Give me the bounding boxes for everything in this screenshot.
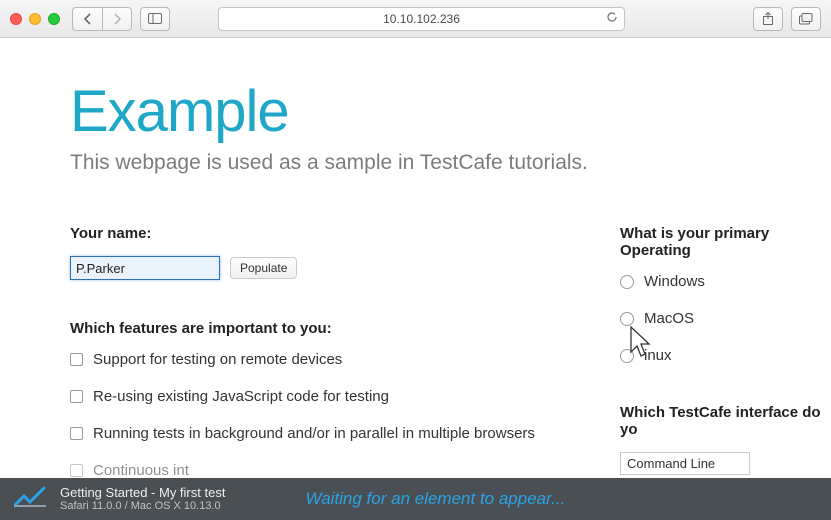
status-env: Safari 11.0.0 / Mac OS X 10.13.0: [60, 500, 225, 513]
checkbox-icon[interactable]: [70, 390, 83, 403]
reload-icon[interactable]: [606, 11, 618, 26]
testcafe-logo-icon: [14, 486, 46, 513]
status-title: Getting Started - My first test: [60, 485, 225, 501]
share-button[interactable]: [753, 7, 783, 31]
feature-text: Support for testing on remote devices: [93, 351, 342, 368]
maximize-window-button[interactable]: [48, 13, 60, 25]
address-text: 10.10.102.236: [383, 12, 460, 26]
radio-icon[interactable]: [620, 349, 634, 363]
forward-button[interactable]: [102, 7, 132, 31]
interface-select[interactable]: Command Line: [620, 452, 750, 475]
minimize-window-button[interactable]: [29, 13, 41, 25]
feature-row[interactable]: Continuous int: [70, 462, 560, 479]
interface-value: Command Line: [627, 456, 715, 471]
radio-icon[interactable]: [620, 275, 634, 289]
feature-text: Re-using existing JavaScript code for te…: [93, 388, 389, 405]
feature-text: Running tests in background and/or in pa…: [93, 425, 535, 442]
os-option[interactable]: inux: [620, 347, 831, 364]
testcafe-statusbar: Getting Started - My first test Safari 1…: [0, 478, 831, 520]
radio-icon[interactable]: [620, 312, 634, 326]
page-content: Example This webpage is used as a sample…: [0, 38, 831, 479]
features-label: Which features are important to you:: [70, 320, 560, 337]
checkbox-icon[interactable]: [70, 464, 83, 477]
feature-row[interactable]: Re-using existing JavaScript code for te…: [70, 388, 560, 405]
os-label: What is your primary Operating: [620, 225, 831, 259]
close-window-button[interactable]: [10, 13, 22, 25]
status-message: Waiting for an element to appear...: [305, 489, 565, 509]
interface-label: Which TestCafe interface do yo: [620, 404, 831, 438]
browser-toolbar: 10.10.102.236: [0, 0, 831, 38]
address-bar[interactable]: 10.10.102.236: [218, 7, 625, 31]
feature-row[interactable]: Support for testing on remote devices: [70, 351, 560, 368]
feature-row[interactable]: Running tests in background and/or in pa…: [70, 425, 560, 442]
name-label: Your name:: [70, 225, 560, 242]
os-option[interactable]: Windows: [620, 273, 831, 290]
checkbox-icon[interactable]: [70, 427, 83, 440]
os-text: Windows: [644, 273, 705, 290]
page-heading: Example: [70, 78, 831, 145]
nav-buttons: [72, 7, 132, 31]
window-controls: [10, 13, 60, 25]
os-text: MacOS: [644, 310, 694, 327]
name-input[interactable]: [70, 256, 220, 280]
feature-text: Continuous int: [93, 462, 189, 479]
os-option[interactable]: MacOS: [620, 310, 831, 327]
sidebar-toggle-button[interactable]: [140, 7, 170, 31]
os-text: inux: [644, 347, 672, 364]
tabs-button[interactable]: [791, 7, 821, 31]
populate-button[interactable]: Populate: [230, 257, 297, 279]
back-button[interactable]: [72, 7, 102, 31]
page-subtitle: This webpage is used as a sample in Test…: [70, 151, 831, 175]
checkbox-icon[interactable]: [70, 353, 83, 366]
